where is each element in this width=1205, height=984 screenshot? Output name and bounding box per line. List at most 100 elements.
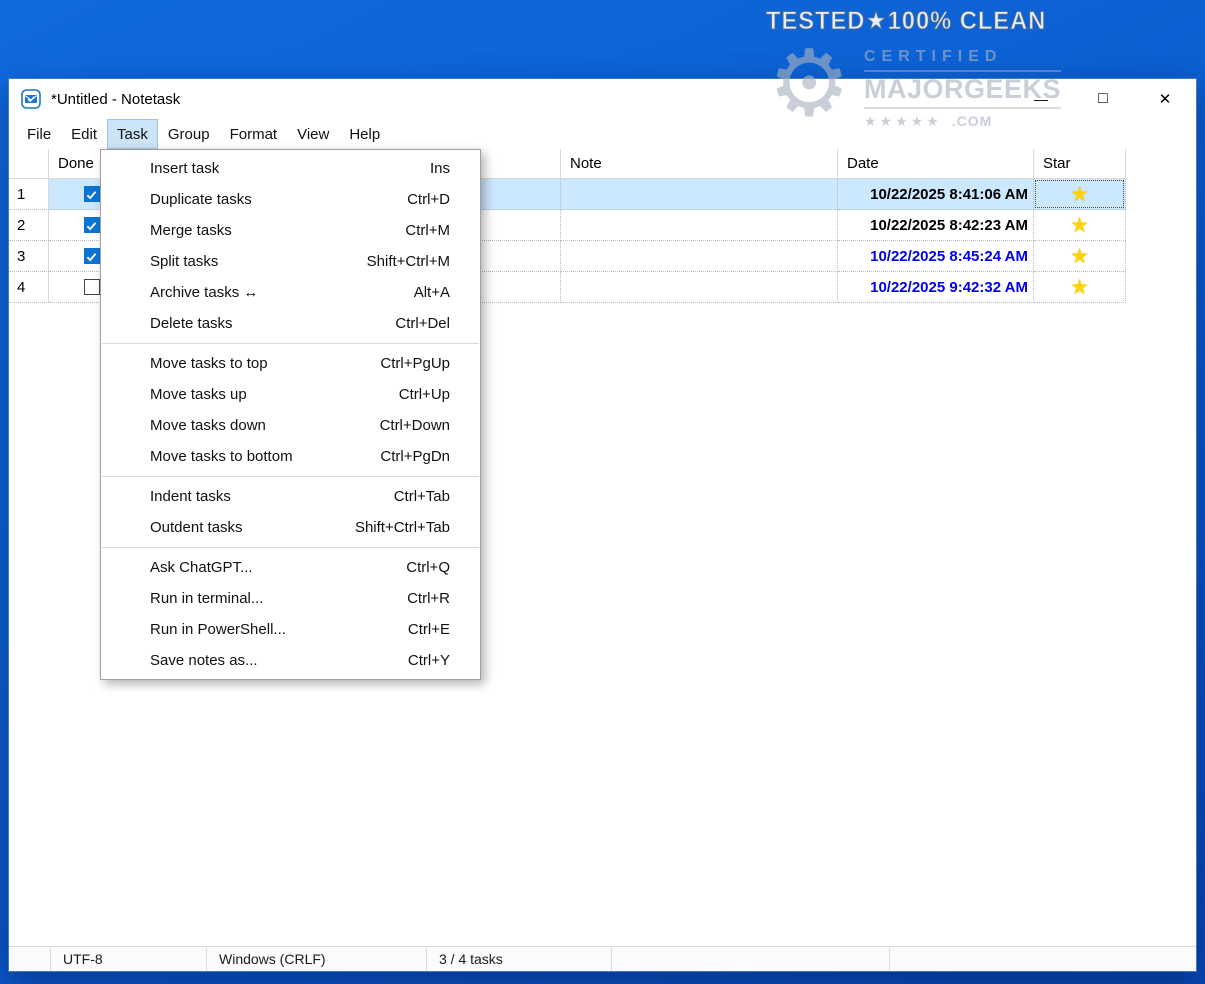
menu-item-merge-tasks[interactable]: Merge tasksCtrl+M xyxy=(101,215,480,246)
menu-file[interactable]: File xyxy=(17,119,61,149)
date-cell[interactable]: 10/22/2025 9:42:32 AM xyxy=(838,272,1034,303)
header-row-number xyxy=(9,149,49,179)
menu-edit[interactable]: Edit xyxy=(61,119,107,149)
menu-format[interactable]: Format xyxy=(220,119,288,149)
menu-item-label: Move tasks to top xyxy=(150,355,380,372)
status-spacer xyxy=(9,947,50,971)
star-icon[interactable]: ★ xyxy=(1070,215,1089,236)
date-cell[interactable]: 10/22/2025 8:45:24 AM xyxy=(838,241,1034,272)
menu-item-label: Archive tasks ↔ xyxy=(150,284,414,301)
menu-item-move-tasks-up[interactable]: Move tasks upCtrl+Up xyxy=(101,379,480,410)
header-star[interactable]: Star xyxy=(1034,149,1126,179)
status-task-count: 3 / 4 tasks xyxy=(426,947,611,971)
menu-item-label: Indent tasks xyxy=(150,488,394,505)
menu-item-split-tasks[interactable]: Split tasksShift+Ctrl+M xyxy=(101,246,480,277)
minimize-icon: — xyxy=(1034,91,1048,107)
menu-item-label: Merge tasks xyxy=(150,222,405,239)
checkbox-checked[interactable] xyxy=(84,248,100,264)
row-filler xyxy=(1126,210,1196,241)
date-cell[interactable]: 10/22/2025 8:42:23 AM xyxy=(838,210,1034,241)
task-menu: Insert taskInsDuplicate tasksCtrl+DMerge… xyxy=(100,149,481,680)
menu-separator xyxy=(102,547,479,548)
menu-item-shortcut: Ctrl+R xyxy=(407,590,450,607)
notetask-window: *Untitled - Notetask — □ ✕ FileEditTaskGro… xyxy=(8,78,1197,972)
menu-item-shortcut: Alt+A xyxy=(414,284,450,301)
row-filler xyxy=(1126,241,1196,272)
menu-item-shortcut: Ctrl+Q xyxy=(406,559,450,576)
maximize-icon: □ xyxy=(1098,90,1108,108)
menu-item-label: Run in PowerShell... xyxy=(150,621,408,638)
menu-item-run-in-powershell[interactable]: Run in PowerShell...Ctrl+E xyxy=(101,614,480,645)
menu-item-label: Insert task xyxy=(150,160,430,177)
menu-item-shortcut: Ctrl+E xyxy=(408,621,450,638)
menu-item-shortcut: Ctrl+Down xyxy=(380,417,450,434)
header-date[interactable]: Date xyxy=(838,149,1034,179)
checkbox-unchecked[interactable] xyxy=(84,279,100,295)
header-note[interactable]: Note xyxy=(561,149,838,179)
checkbox-checked[interactable] xyxy=(84,217,100,233)
note-cell[interactable] xyxy=(561,272,838,303)
window-title: *Untitled - Notetask xyxy=(51,91,180,108)
menu-help[interactable]: Help xyxy=(339,119,390,149)
menu-item-duplicate-tasks[interactable]: Duplicate tasksCtrl+D xyxy=(101,184,480,215)
menu-item-delete-tasks[interactable]: Delete tasksCtrl+Del xyxy=(101,308,480,339)
menu-item-move-tasks-to-bottom[interactable]: Move tasks to bottomCtrl+PgDn xyxy=(101,441,480,472)
menu-item-indent-tasks[interactable]: Indent tasksCtrl+Tab xyxy=(101,481,480,512)
menu-item-label: Move tasks down xyxy=(150,417,380,434)
menu-item-shortcut: Ctrl+D xyxy=(407,191,450,208)
note-cell[interactable] xyxy=(561,210,838,241)
status-bar: UTF-8 Windows (CRLF) 3 / 4 tasks xyxy=(9,946,1196,971)
menu-item-ask-chatgpt[interactable]: Ask ChatGPT...Ctrl+Q xyxy=(101,552,480,583)
menu-group[interactable]: Group xyxy=(158,119,220,149)
menu-item-shortcut: Ctrl+Tab xyxy=(394,488,450,505)
menu-item-save-notes-as[interactable]: Save notes as...Ctrl+Y xyxy=(101,645,480,676)
menu-view[interactable]: View xyxy=(287,119,339,149)
row-number: 4 xyxy=(9,272,49,303)
status-empty-2 xyxy=(889,947,1196,971)
app-icon xyxy=(21,89,41,109)
star-cell[interactable]: ★ xyxy=(1034,272,1126,303)
row-number: 2 xyxy=(9,210,49,241)
watermark-tested-text: TESTED★100% CLEAN xyxy=(766,6,1023,36)
menu-item-shortcut: Shift+Ctrl+M xyxy=(367,253,450,270)
star-icon[interactable]: ★ xyxy=(1070,184,1089,205)
close-button[interactable]: ✕ xyxy=(1134,79,1196,119)
menu-bar: FileEditTaskGroupFormatViewHelp xyxy=(9,119,1196,149)
menu-item-archive-tasks[interactable]: Archive tasks ↔Alt+A xyxy=(101,277,480,308)
note-cell[interactable] xyxy=(561,179,838,210)
desktop: *Untitled - Notetask — □ ✕ FileEditTaskGro… xyxy=(0,0,1205,984)
menu-item-shortcut: Ins xyxy=(430,160,450,177)
menu-item-shortcut: Ctrl+Del xyxy=(395,315,450,332)
star-icon[interactable]: ★ xyxy=(1070,246,1089,267)
star-cell[interactable]: ★ xyxy=(1034,210,1126,241)
star-cell[interactable]: ★ xyxy=(1034,179,1126,210)
menu-item-label: Duplicate tasks xyxy=(150,191,407,208)
menu-item-label: Move tasks to bottom xyxy=(150,448,380,465)
star-cell[interactable]: ★ xyxy=(1034,241,1126,272)
menu-item-shortcut: Shift+Ctrl+Tab xyxy=(355,519,450,536)
menu-item-label: Move tasks up xyxy=(150,386,399,403)
menu-item-shortcut: Ctrl+M xyxy=(405,222,450,239)
menu-item-move-tasks-down[interactable]: Move tasks downCtrl+Down xyxy=(101,410,480,441)
star-icon[interactable]: ★ xyxy=(1070,277,1089,298)
row-filler xyxy=(1126,272,1196,303)
minimize-button[interactable]: — xyxy=(1010,79,1072,119)
row-filler xyxy=(1126,179,1196,210)
menu-item-shortcut: Ctrl+PgDn xyxy=(380,448,450,465)
menu-item-outdent-tasks[interactable]: Outdent tasksShift+Ctrl+Tab xyxy=(101,512,480,543)
menu-task[interactable]: Task xyxy=(107,119,158,149)
menu-item-label: Ask ChatGPT... xyxy=(150,559,406,576)
header-filler xyxy=(1126,149,1196,179)
menu-item-label: Save notes as... xyxy=(150,652,408,669)
checkbox-checked[interactable] xyxy=(84,186,100,202)
menu-item-insert-task[interactable]: Insert taskIns xyxy=(101,153,480,184)
close-icon: ✕ xyxy=(1159,90,1172,108)
note-cell[interactable] xyxy=(561,241,838,272)
menu-item-label: Run in terminal... xyxy=(150,590,407,607)
maximize-button[interactable]: □ xyxy=(1072,79,1134,119)
date-cell[interactable]: 10/22/2025 8:41:06 AM xyxy=(838,179,1034,210)
row-number: 3 xyxy=(9,241,49,272)
watermark-certified-text: CERTIFIED xyxy=(864,48,1036,66)
menu-item-run-in-terminal[interactable]: Run in terminal...Ctrl+R xyxy=(101,583,480,614)
menu-item-move-tasks-to-top[interactable]: Move tasks to topCtrl+PgUp xyxy=(101,348,480,379)
